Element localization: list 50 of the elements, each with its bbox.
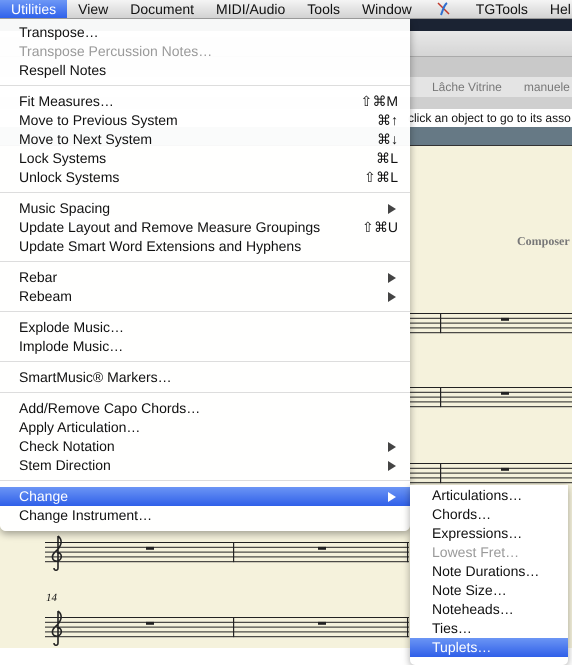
menu-item[interactable]: Check Notation (0, 437, 410, 456)
menu-title[interactable]: Tools (296, 0, 351, 18)
menu-item[interactable]: SmartMusic® Markers… (0, 368, 410, 387)
menu-title[interactable]: Utilities (0, 0, 68, 18)
menu-item[interactable]: Rebar (0, 268, 410, 287)
menu-title[interactable]: MIDI/Audio (205, 0, 296, 18)
menu-item[interactable]: Expressions… (410, 524, 568, 543)
shortcut-label: ⇧⌘L (364, 168, 398, 187)
menu-item[interactable]: Ties… (410, 619, 568, 638)
shortcut-label: ⌘L (376, 149, 398, 168)
shortcut-label: ⌘↓ (377, 130, 398, 149)
shortcut-label: ⌘↑ (377, 111, 398, 130)
submenu-arrow-icon (388, 204, 396, 214)
bookmark-link[interactable]: manuele (524, 80, 570, 94)
menu-item[interactable]: Add/Remove Capo Chords… (0, 399, 410, 418)
menu-item[interactable]: Move to Next System ⌘↓ (0, 130, 410, 149)
menu-item[interactable]: Change Instrument… (0, 506, 410, 525)
menu-item[interactable]: Change (0, 487, 410, 506)
menu-item[interactable]: Update Layout and Remove Measure Groupings ⇧⌘U (0, 218, 410, 237)
menu-title[interactable]: Hel (538, 0, 572, 18)
menu-item[interactable]: Respell Notes (0, 61, 410, 80)
menu-item[interactable]: Lock Systems ⌘L (0, 149, 410, 168)
menu-item[interactable]: Implode Music… (0, 337, 410, 356)
menu-item[interactable]: Apply Articulation… (0, 418, 410, 437)
menu-item[interactable]: Stem Direction (0, 456, 410, 475)
bookmark-link[interactable]: Lâche Vitrine (432, 80, 502, 94)
menu-item[interactable]: Note Size… (410, 581, 568, 600)
menu-title[interactable]: Window (350, 0, 423, 18)
menu-title[interactable]: Document (119, 0, 206, 18)
menu-item[interactable]: Transpose… (0, 23, 410, 42)
menu-item[interactable]: Rebeam (0, 287, 410, 306)
shortcut-label: ⇧⌘M (360, 92, 398, 111)
composer-text: Composer (517, 234, 570, 249)
submenu-arrow-icon (388, 492, 396, 502)
menu-item[interactable]: Tuplets… (410, 638, 568, 657)
menu-item[interactable]: Chords… (410, 505, 568, 524)
menu-item[interactable]: Noteheads… (410, 600, 568, 619)
menu-item[interactable]: Articulations… (410, 486, 568, 505)
menu-item[interactable]: Update Smart Word Extensions and Hyphens (0, 237, 410, 256)
menu-item[interactable]: Unlock Systems ⇧⌘L (0, 168, 410, 187)
menu-item[interactable]: Music Spacing (0, 199, 410, 218)
menu-title[interactable]: TGTools (464, 0, 539, 18)
menu-item[interactable]: Explode Music… (0, 318, 410, 337)
menu-item[interactable]: Fit Measures… ⇧⌘M (0, 92, 410, 111)
menu-title[interactable]: View (67, 0, 120, 18)
shortcut-label: ⇧⌘U (362, 218, 398, 237)
measure-number: 14 (46, 592, 57, 604)
hint-text: click an object to go to its asso (408, 111, 571, 125)
menu-item[interactable]: Move to Previous System ⌘↑ (0, 111, 410, 130)
menu-item[interactable]: Note Durations… (410, 562, 568, 581)
